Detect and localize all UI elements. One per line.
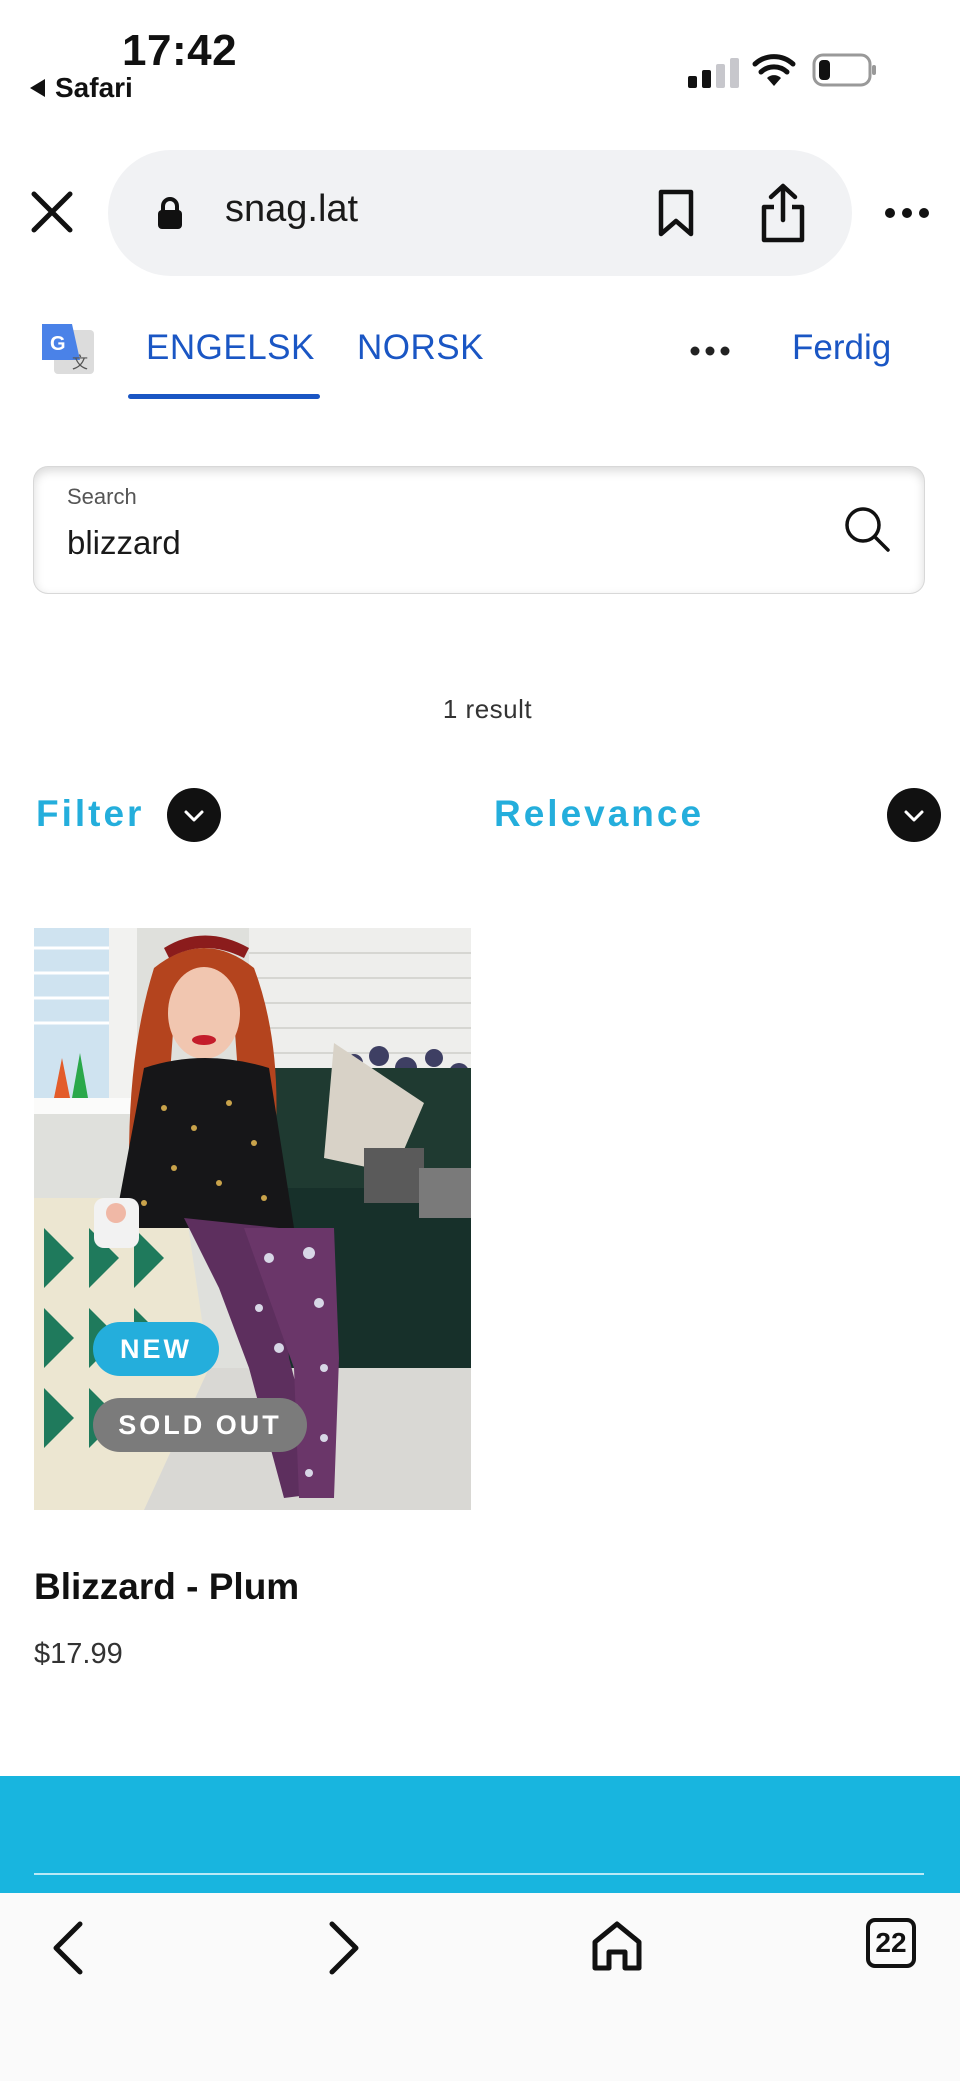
translate-more-icon[interactable] [690, 345, 730, 357]
close-icon[interactable] [28, 188, 76, 236]
svg-text:G: G [50, 333, 66, 355]
result-count: 1 result [442, 694, 533, 724]
tab-norsk[interactable]: NORSK [357, 328, 484, 368]
back-triangle-icon [30, 79, 45, 97]
search-label: Search [67, 484, 137, 509]
google-translate-icon: G 文 [42, 324, 94, 374]
tab-selected-indicator [128, 394, 320, 399]
sort-toggle-button[interactable] [887, 788, 941, 842]
back-arrow-icon[interactable] [40, 1916, 100, 1976]
filter-button-label[interactable]: Filter [36, 793, 144, 835]
more-icon[interactable] [884, 200, 930, 226]
product-price: $17.99 [34, 1638, 123, 1670]
home-icon[interactable] [587, 1916, 647, 1976]
battery-icon [812, 53, 876, 87]
filter-toggle-button[interactable] [167, 788, 221, 842]
wifi-icon [752, 54, 796, 86]
forward-arrow-icon[interactable] [312, 1916, 372, 1976]
sold-out-badge: SOLD OUT [93, 1398, 307, 1452]
share-icon[interactable] [758, 182, 808, 244]
address-bar[interactable] [108, 150, 852, 276]
lock-icon [158, 197, 182, 229]
back-app-label: Safari [55, 72, 133, 103]
translate-done-button[interactable]: Ferdig [792, 328, 891, 368]
url-text[interactable]: snag.lat [225, 188, 358, 231]
bookmark-icon[interactable] [656, 188, 696, 238]
sort-select-label[interactable]: Relevance [494, 793, 704, 835]
site-footer [0, 1776, 960, 1893]
cellular-signal-icon [688, 56, 739, 88]
new-badge: NEW [93, 1322, 219, 1376]
tabs-count-button[interactable]: 22 [866, 1918, 916, 1968]
footer-divider [34, 1873, 924, 1875]
chevron-down-icon [184, 810, 204, 822]
search-icon[interactable] [842, 504, 892, 554]
product-title[interactable]: Blizzard - Plum [34, 1566, 299, 1608]
back-to-app-link[interactable]: Safari [30, 72, 133, 104]
search-value[interactable]: blizzard [67, 524, 181, 562]
chevron-down-icon [904, 810, 924, 822]
status-time: 17:42 [122, 26, 238, 75]
browser-toolbar [0, 1893, 960, 2081]
tab-engelsk[interactable]: ENGELSK [146, 328, 315, 368]
svg-text:文: 文 [72, 353, 88, 372]
